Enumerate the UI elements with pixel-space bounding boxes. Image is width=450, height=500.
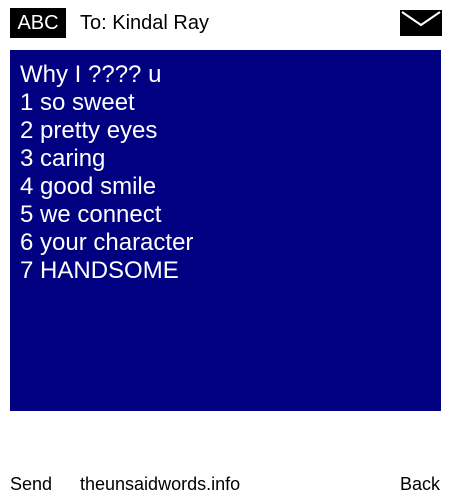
message-line: 1 so sweet [20,89,135,116]
recipient-field[interactable]: To: Kindal Ray [80,8,209,38]
message-line: Why I ???? u [20,61,162,88]
to-label: To: [80,12,107,34]
message-line: 7 HANDSOME [20,257,179,284]
message-line: 2 pretty eyes [20,117,158,144]
message-line: 5 we connect [20,201,162,228]
softkey-bar: Send theunsaidwords.info Back [0,470,450,500]
message-line: 3 caring [20,145,106,172]
send-button[interactable]: Send [10,470,52,498]
site-watermark: theunsaidwords.info [80,474,241,494]
recipient-name: Kindal Ray [112,12,209,34]
message-body[interactable]: Why I ???? u 1 so sweet 2 pretty eyes 3 … [10,50,441,411]
back-button[interactable]: Back [400,470,440,498]
input-mode-badge: ABC [10,8,66,38]
phone-message-screen: ABC To: Kindal Ray Why I ???? u 1 so swe… [0,0,450,500]
message-line: 6 your character [20,229,194,256]
message-header: ABC To: Kindal Ray [0,0,450,46]
envelope-icon [400,10,442,36]
message-line: 4 good smile [20,173,157,200]
